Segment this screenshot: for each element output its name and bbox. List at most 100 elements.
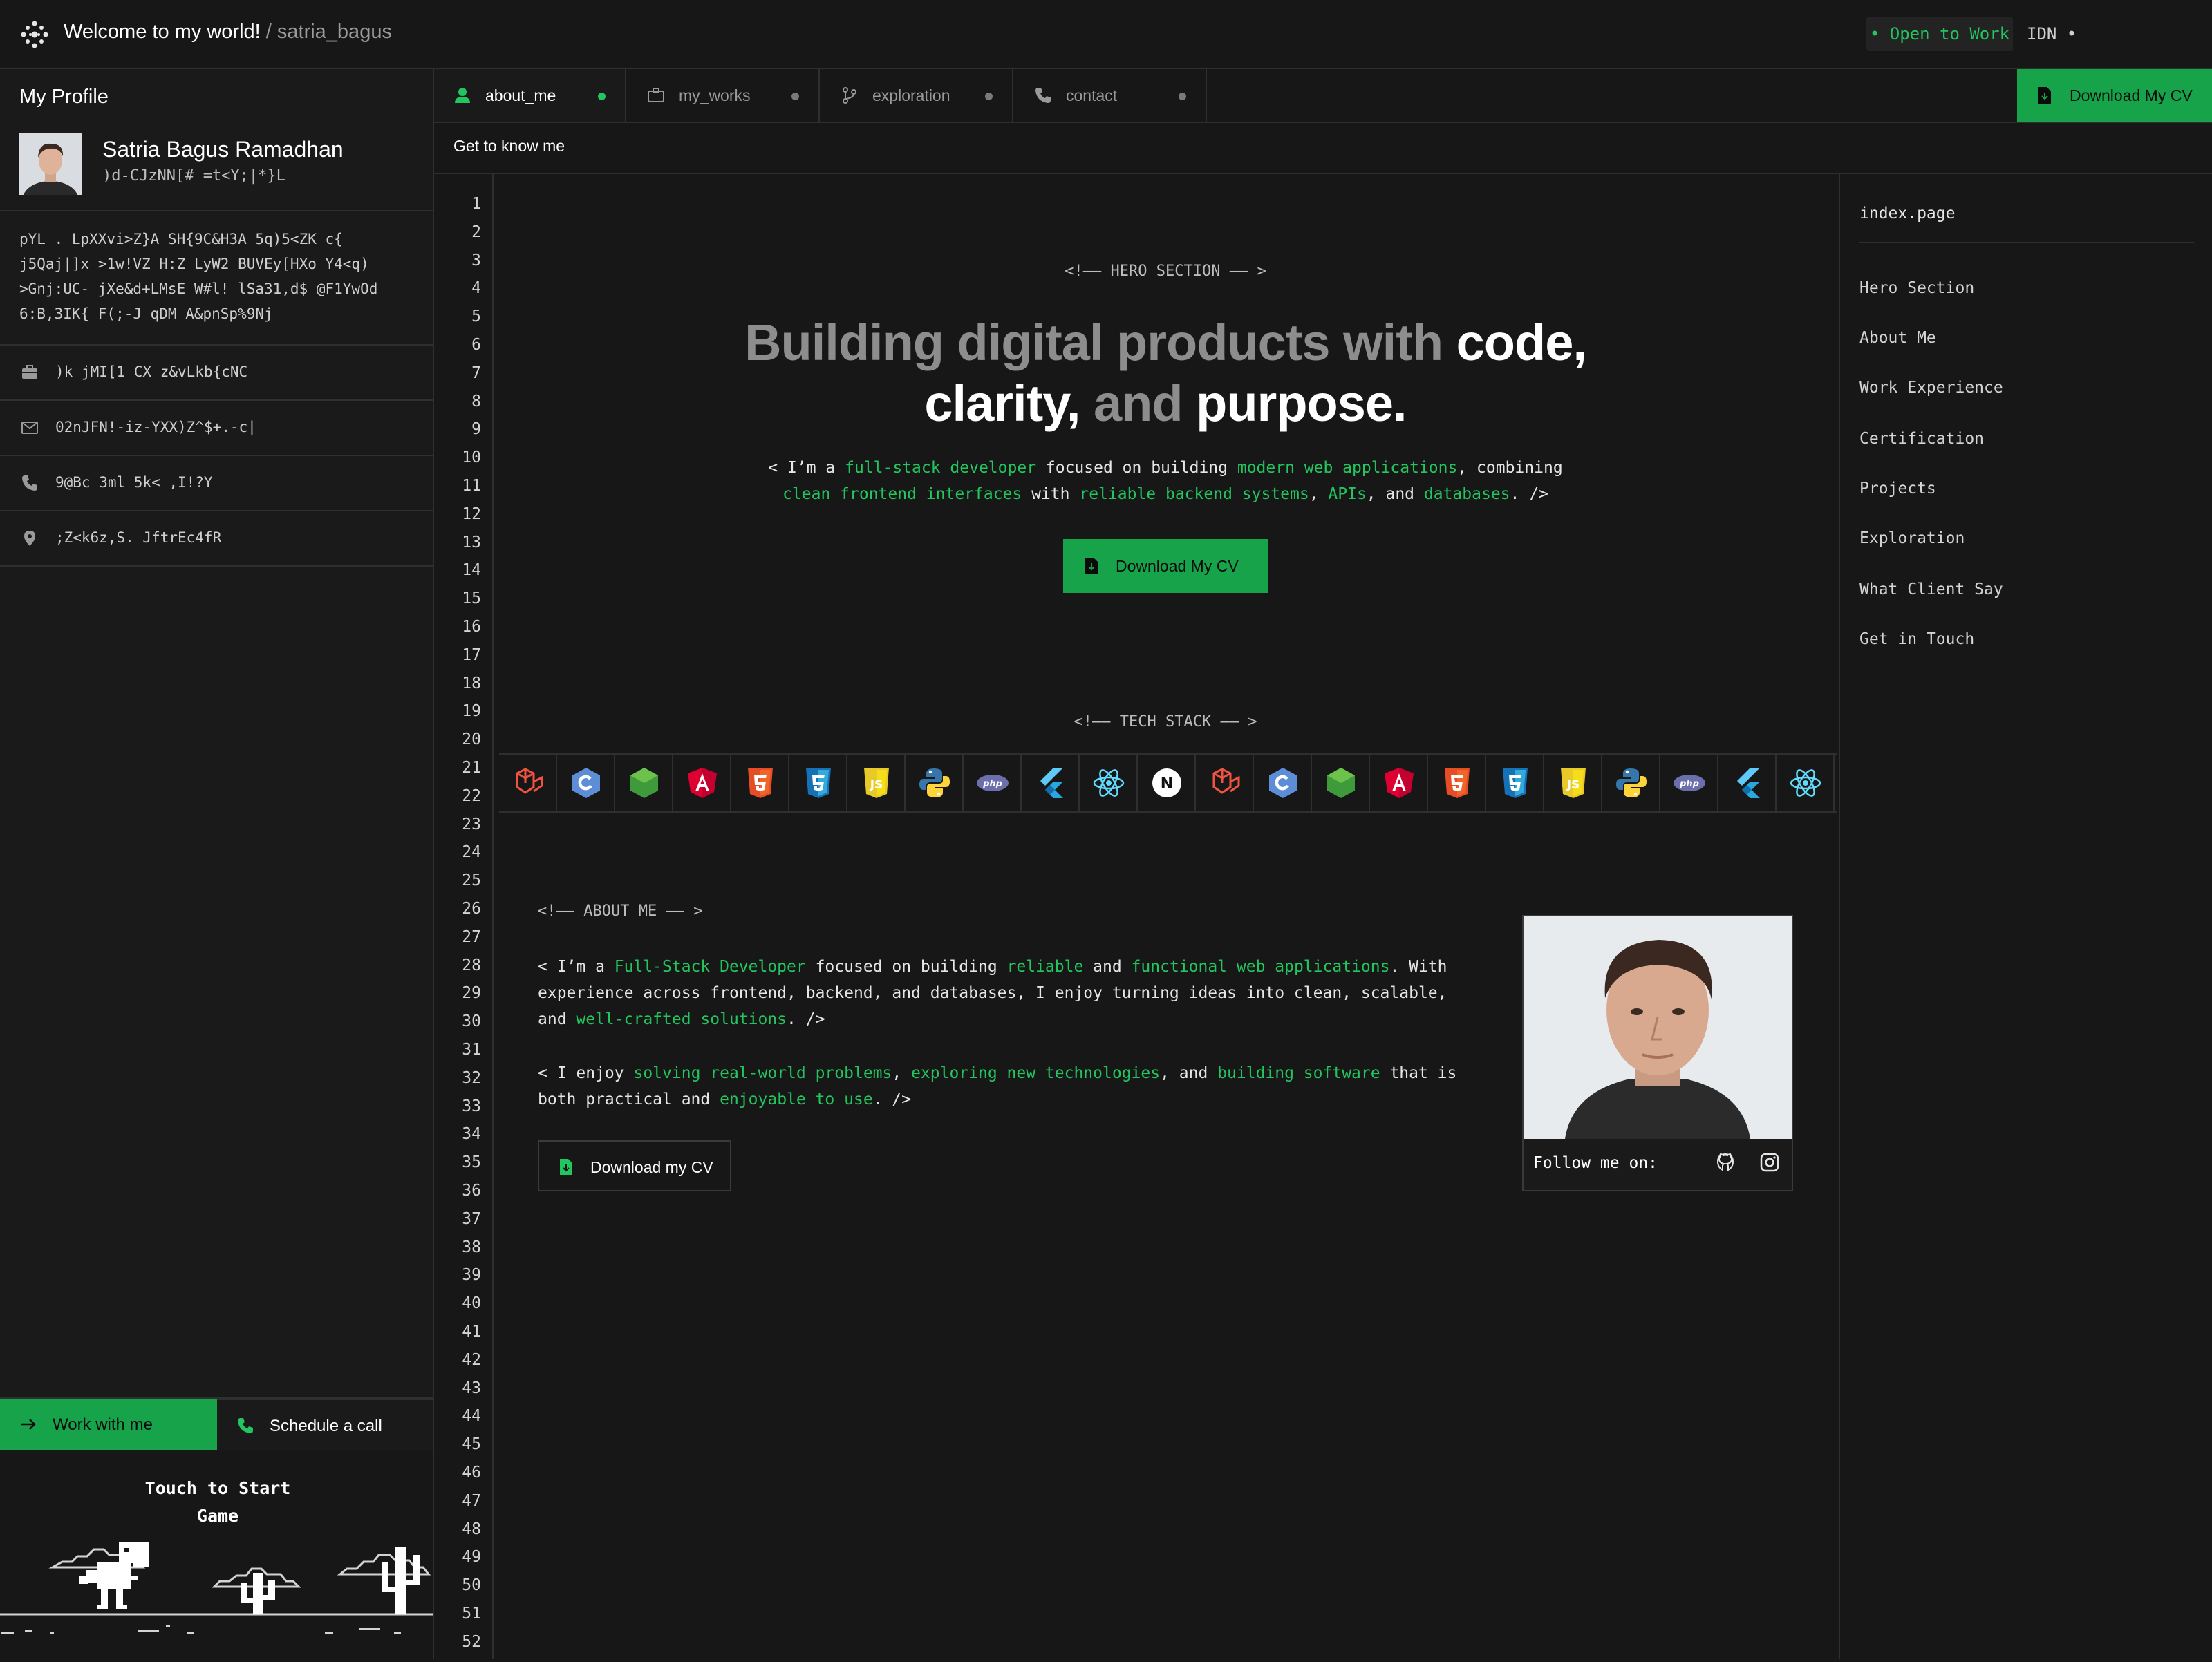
- button-label: Download My CV: [2070, 86, 2193, 104]
- toc-item-exploration[interactable]: Exploration: [1859, 529, 1965, 547]
- schedule-call-button[interactable]: Schedule a call: [217, 1399, 433, 1450]
- profile-sidebar: My Profile Satria Bagus Ramadhan )d-CJzN…: [0, 69, 434, 1659]
- css3-icon: [1503, 768, 1528, 798]
- tech-stack-row: JS php N JS php: [499, 753, 1837, 813]
- toc-item-about-me[interactable]: About Me: [1859, 329, 1936, 347]
- html5-icon: [1445, 768, 1470, 798]
- line-number: 5: [471, 308, 481, 326]
- laravel-icon: [516, 768, 543, 794]
- line-number: 18: [462, 674, 481, 692]
- text: with: [1022, 485, 1080, 503]
- tech-stack-item: [731, 755, 789, 811]
- divider: [1859, 242, 2194, 243]
- about-paragraph: < I enjoy solving real-world problems, e…: [538, 1060, 1457, 1113]
- toc-item-certification[interactable]: Certification: [1859, 430, 1984, 448]
- hero-section-comment: <!—— HERO SECTION —— >: [1065, 263, 1266, 280]
- line-number: 34: [462, 1125, 481, 1144]
- page-index-panel: index.page Hero Section About Me Work Ex…: [1839, 174, 2212, 1659]
- highlight: Full-Stack Developer: [614, 958, 806, 976]
- hero-title-highlight: clarity,: [924, 375, 1080, 432]
- logo-icon[interactable]: [19, 19, 50, 50]
- work-with-me-button[interactable]: Work with me: [0, 1399, 217, 1450]
- about-me-comment: <!—— ABOUT ME —— >: [538, 903, 703, 920]
- python-icon: [919, 768, 950, 797]
- cactus-icon: [382, 1547, 420, 1614]
- tab-exploration[interactable]: exploration: [821, 69, 1013, 122]
- github-icon[interactable]: [1714, 1151, 1736, 1173]
- button-label: Schedule a call: [270, 1417, 382, 1435]
- toc-item-work-experience[interactable]: Work Experience: [1859, 379, 2003, 397]
- tab-about-me[interactable]: about_me: [434, 69, 626, 122]
- tab-status-dot: [791, 93, 799, 100]
- line-number: 8: [471, 392, 481, 410]
- tab-contact[interactable]: contact: [1015, 69, 1207, 122]
- laravel-icon: [1212, 768, 1240, 794]
- tech-stack-item: [1370, 755, 1428, 811]
- highlight: exploring new technologies: [911, 1064, 1161, 1082]
- profile-bio: pYL . LpXXvi>Z}A SH{9C&H3A 5q)5<ZK c{ j5…: [19, 231, 378, 322]
- language-toggle[interactable]: IDN •: [2027, 17, 2077, 51]
- php-icon: php: [977, 775, 1009, 791]
- line-number: 51: [462, 1605, 481, 1623]
- tech-stack-item: [1777, 755, 1835, 811]
- toc-item-get-in-touch[interactable]: Get in Touch: [1859, 630, 1974, 648]
- react-icon: [1790, 769, 1821, 797]
- tech-stack-item: [1718, 755, 1777, 811]
- about-paragraph: < I’m a Full-Stack Developer focused on …: [538, 954, 1457, 1032]
- page-subheading: Get to know me: [453, 137, 565, 155]
- tech-stack-item: [1602, 755, 1660, 811]
- instagram-icon[interactable]: [1759, 1151, 1781, 1173]
- hero-download-cv-button[interactable]: Download My CV: [1063, 539, 1268, 593]
- line-number: 47: [462, 1491, 481, 1510]
- tech-stack-item: [1196, 755, 1254, 811]
- tech-stack-item: [906, 755, 964, 811]
- text: . />: [872, 1090, 912, 1108]
- line-number: 52: [462, 1632, 481, 1651]
- profile-photo: [1524, 916, 1792, 1139]
- tech-stack-item: [1080, 755, 1138, 811]
- line-number: 16: [462, 618, 481, 636]
- line-number: 3: [471, 251, 481, 270]
- line-number: 23: [462, 815, 481, 833]
- download-cv-button[interactable]: Download My CV: [2017, 69, 2212, 122]
- open-to-work-badge[interactable]: • Open to Work: [1866, 17, 2013, 51]
- info-row-location: ;Z<k6z,S. JftrEc4fR: [0, 511, 433, 565]
- toc-item-projects[interactable]: Projects: [1859, 480, 1936, 498]
- text: , and: [1160, 1064, 1218, 1082]
- line-number: 48: [462, 1520, 481, 1538]
- text: ,: [1309, 485, 1329, 503]
- tech-stack-item: php: [1660, 755, 1718, 811]
- follow-label: Follow me on:: [1533, 1154, 1658, 1172]
- line-number: 44: [462, 1407, 481, 1426]
- user-icon: [455, 88, 470, 103]
- line-number: 2: [471, 223, 481, 241]
- divider: [0, 210, 433, 211]
- title-separator: /: [260, 21, 277, 43]
- php-icon: php: [1674, 775, 1705, 791]
- toc-item-client-say[interactable]: What Client Say: [1859, 580, 2003, 598]
- dino-game[interactable]: Touch to Start Game: [0, 1451, 433, 1659]
- line-number: 15: [462, 589, 481, 608]
- c-sharp-icon: [1269, 768, 1297, 798]
- tech-stack-item: [673, 755, 731, 811]
- cactus-icon: [241, 1573, 275, 1614]
- hero-title-part: and: [1080, 375, 1197, 432]
- info-row-email[interactable]: 02nJFN!-iz-YXX)Z^$+.-c|: [0, 401, 433, 455]
- line-number: 43: [462, 1379, 481, 1397]
- line-number: 42: [462, 1350, 481, 1369]
- info-row-phone[interactable]: 9@Bc 3ml 5k< ,I!?Y: [0, 456, 433, 510]
- phone-icon: [1035, 88, 1051, 103]
- line-number: 22: [462, 786, 481, 805]
- tab-label: about_me: [485, 86, 556, 104]
- tab-my-works[interactable]: my_works: [628, 69, 820, 122]
- line-number: 6: [471, 336, 481, 354]
- hero-description: < I’m a full-stack developer focused on …: [701, 455, 1630, 507]
- line-number: 17: [462, 645, 481, 664]
- about-download-cv-button[interactable]: Download my CV: [538, 1140, 731, 1191]
- highlight: APIs: [1328, 485, 1367, 503]
- tech-stack-item: [557, 755, 615, 811]
- line-number: 19: [462, 702, 481, 721]
- toc-item-hero-section[interactable]: Hero Section: [1859, 279, 1974, 297]
- line-number: 37: [462, 1209, 481, 1228]
- site-title: Welcome to my world! / satria_bagus: [64, 21, 392, 44]
